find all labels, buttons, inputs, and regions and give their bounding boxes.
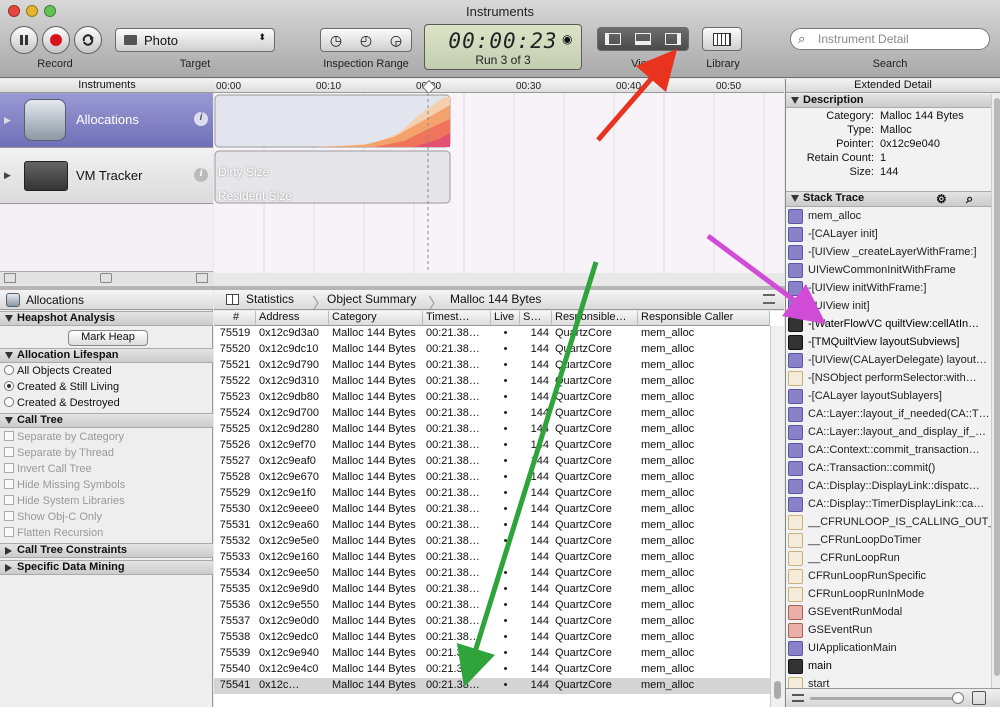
annotation-arrows [456,48,827,688]
green-arrow [456,261,599,688]
instruments-window: Instruments Record Photo ⬍ Target ◷ ◴ ◶ … [0,0,1000,707]
red-arrow [596,48,678,142]
magenta-arrow [706,233,827,324]
